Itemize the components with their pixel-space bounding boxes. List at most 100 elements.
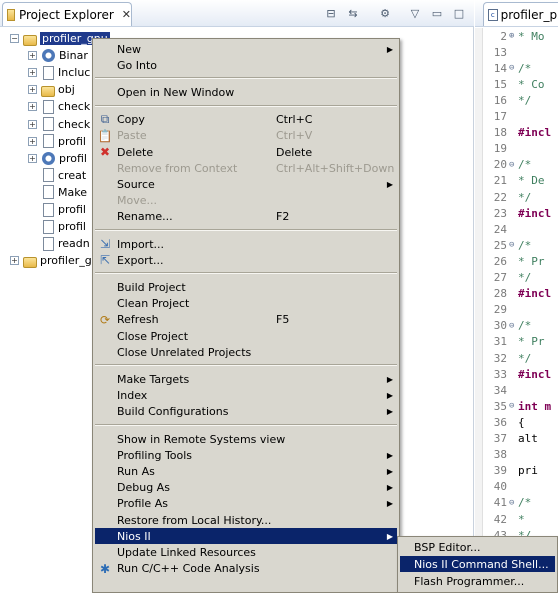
menu-icon-spacer bbox=[97, 209, 113, 225]
menu-item-refresh[interactable]: ⟳ Refresh F5 bbox=[95, 312, 397, 328]
menu-item-label: Move... bbox=[117, 194, 157, 208]
menu-icon-spacer bbox=[97, 447, 113, 463]
menu-item-new[interactable]: New ▶ bbox=[95, 41, 397, 57]
submenu-item-nios-ii-command-shell[interactable]: Nios II Command Shell... bbox=[400, 556, 555, 572]
tree-item[interactable]: + profiler_g bbox=[10, 252, 92, 269]
menu-item-update-linked-resources[interactable]: Update Linked Resources bbox=[95, 544, 397, 560]
menu-item-label: Run C/C++ Code Analysis bbox=[117, 562, 260, 576]
menu-item-label: Show in Remote Systems view bbox=[117, 432, 286, 446]
menu-item-close-unrelated-projects[interactable]: Close Unrelated Projects bbox=[95, 344, 397, 360]
tree-item-label: check bbox=[58, 100, 91, 114]
menu-item-clean-project[interactable]: Clean Project bbox=[95, 296, 397, 312]
collapse-fold-icon[interactable]: ⊖ bbox=[509, 498, 518, 508]
tree-item[interactable]: + Binar bbox=[28, 47, 88, 64]
nios-ii-submenu: BSP Editor... Nios II Command Shell... Fla… bbox=[397, 536, 558, 593]
menu-item-label: Open in New Window bbox=[117, 85, 235, 99]
tree-item[interactable]: Make bbox=[28, 184, 87, 201]
menu-item-import[interactable]: ⇲ Import... bbox=[95, 236, 397, 252]
expand-icon[interactable]: + bbox=[28, 153, 37, 163]
expand-icon[interactable]: + bbox=[28, 102, 37, 112]
submenu-item-flash-programmer[interactable]: Flash Programmer... bbox=[400, 573, 555, 589]
menu-item-rename[interactable]: Rename... F2 bbox=[95, 209, 397, 225]
tree-item[interactable]: + obj bbox=[28, 81, 75, 98]
tree-item[interactable]: profil bbox=[28, 218, 86, 235]
collapse-fold-icon[interactable]: ⊖ bbox=[509, 63, 518, 73]
collapse-fold-icon[interactable]: ⊖ bbox=[509, 240, 518, 250]
line-number: 24 bbox=[493, 222, 507, 236]
tree-item[interactable]: + profil bbox=[28, 150, 87, 167]
code-line: 39 pri bbox=[475, 463, 558, 479]
code-line: 36 { bbox=[475, 414, 558, 430]
collapse-fold-icon[interactable]: ⊖ bbox=[509, 160, 518, 170]
line-number: 34 bbox=[493, 383, 507, 397]
expand-icon[interactable]: + bbox=[10, 256, 19, 266]
menu-item-export[interactable]: ⇱ Export... bbox=[95, 252, 397, 268]
collapse-fold-icon[interactable]: ⊖ bbox=[509, 321, 518, 331]
tree-item[interactable]: + check bbox=[28, 98, 90, 115]
menu-icon-spacer bbox=[97, 176, 113, 192]
menu-item-index[interactable]: Index ▶ bbox=[95, 388, 397, 404]
tree-item[interactable]: profil bbox=[28, 201, 86, 218]
menu-item-restore-from-local-history[interactable]: Restore from Local History... bbox=[95, 512, 397, 528]
collapse-fold-icon[interactable]: ⊖ bbox=[509, 401, 518, 411]
menu-item-run-as[interactable]: Run As ▶ bbox=[95, 463, 397, 479]
expand-icon[interactable]: + bbox=[28, 68, 37, 78]
expand-icon[interactable]: + bbox=[28, 85, 37, 95]
collapse-icon[interactable]: − bbox=[10, 34, 19, 43]
menu-item-make-targets[interactable]: Make Targets ▶ bbox=[95, 371, 397, 387]
line-number: 13 bbox=[493, 45, 507, 59]
menu-item-build-configurations[interactable]: Build Configurations ▶ bbox=[95, 404, 397, 420]
expand-icon[interactable]: + bbox=[28, 119, 37, 129]
menu-item-copy[interactable]: ⧉ Copy Ctrl+C bbox=[95, 112, 397, 128]
tree-item[interactable]: creat bbox=[28, 167, 86, 184]
menu-item-debug-as[interactable]: Debug As ▶ bbox=[95, 480, 397, 496]
line-number: 38 bbox=[493, 448, 507, 462]
menu-item-delete[interactable]: ✖ Delete Delete bbox=[95, 144, 397, 160]
submenu-item-bsp-editor[interactable]: BSP Editor... bbox=[400, 539, 555, 555]
menu-item-paste: 📋 Paste Ctrl+V bbox=[95, 128, 397, 144]
project-folder-icon bbox=[23, 34, 37, 46]
menu-item-label: Copy bbox=[117, 113, 145, 127]
menu-item-nios-ii[interactable]: Nios II ▶ bbox=[95, 528, 397, 545]
code-text: * Mo bbox=[518, 29, 545, 43]
maximize-icon[interactable]: □ bbox=[450, 5, 468, 21]
menu-item-label: Remove from Context bbox=[117, 161, 238, 175]
menu-item-close-project[interactable]: Close Project bbox=[95, 328, 397, 344]
expand-icon[interactable]: + bbox=[28, 136, 37, 146]
menu-item-accelerator: Ctrl+Alt+Shift+Down bbox=[276, 161, 395, 175]
menu-icon-spacer bbox=[97, 193, 113, 209]
menu-item-go-into[interactable]: Go Into bbox=[95, 57, 397, 73]
tree-item-label: Make bbox=[58, 185, 87, 199]
context-menu: New ▶ Go Into Open in New Window ⧉ Copy Ctrl+C… bbox=[92, 38, 400, 593]
minimize-icon[interactable]: ▭ bbox=[428, 5, 446, 21]
menu-item-profile-as[interactable]: Profile As ▶ bbox=[95, 496, 397, 512]
code-analysis-icon: ✱ bbox=[99, 561, 111, 576]
menu-item-label: Update Linked Resources bbox=[117, 545, 256, 559]
tree-item[interactable]: + check bbox=[28, 116, 90, 133]
filter-icon[interactable]: ⚙ bbox=[376, 5, 394, 21]
copy-icon: ⧉ bbox=[100, 112, 110, 127]
menu-item-source[interactable]: Source ▶ bbox=[95, 176, 397, 192]
expand-fold-icon[interactable]: ⊕ bbox=[509, 31, 518, 41]
close-icon[interactable]: ✕ bbox=[122, 8, 131, 21]
tree-item[interactable]: readn bbox=[28, 235, 90, 252]
menu-item-profiling-tools[interactable]: Profiling Tools ▶ bbox=[95, 447, 397, 463]
menu-item-run-c-c-code-analysis[interactable]: ✱ Run C/C++ Code Analysis bbox=[95, 561, 397, 577]
code-line: 31 * Pr bbox=[475, 334, 558, 350]
tab-editor-file[interactable]: c profiler_pr bbox=[483, 2, 558, 26]
view-menu-icon[interactable]: ▽ bbox=[406, 5, 424, 21]
tab-project-explorer[interactable]: Project Explorer ✕ bbox=[2, 2, 132, 26]
link-with-editor-icon[interactable]: ⇆ bbox=[344, 5, 362, 21]
menu-item-build-project[interactable]: Build Project bbox=[95, 279, 397, 295]
expand-icon[interactable]: + bbox=[28, 51, 37, 61]
includes-icon bbox=[43, 65, 54, 80]
menu-item-show-in-remote-systems-view[interactable]: Show in Remote Systems view bbox=[95, 431, 397, 447]
tree-item[interactable]: + Incluc bbox=[28, 64, 90, 81]
tree-item-label: Incluc bbox=[58, 66, 91, 80]
menu-item-open-in-new-window[interactable]: Open in New Window bbox=[95, 84, 397, 100]
collapse-all-icon[interactable]: ⊟ bbox=[322, 5, 340, 21]
editor-tab-label: profiler_pr bbox=[500, 7, 558, 22]
menu-icon-spacer bbox=[97, 431, 113, 447]
tree-item[interactable]: + profil bbox=[28, 133, 86, 150]
tree-item-label: check bbox=[58, 117, 91, 131]
